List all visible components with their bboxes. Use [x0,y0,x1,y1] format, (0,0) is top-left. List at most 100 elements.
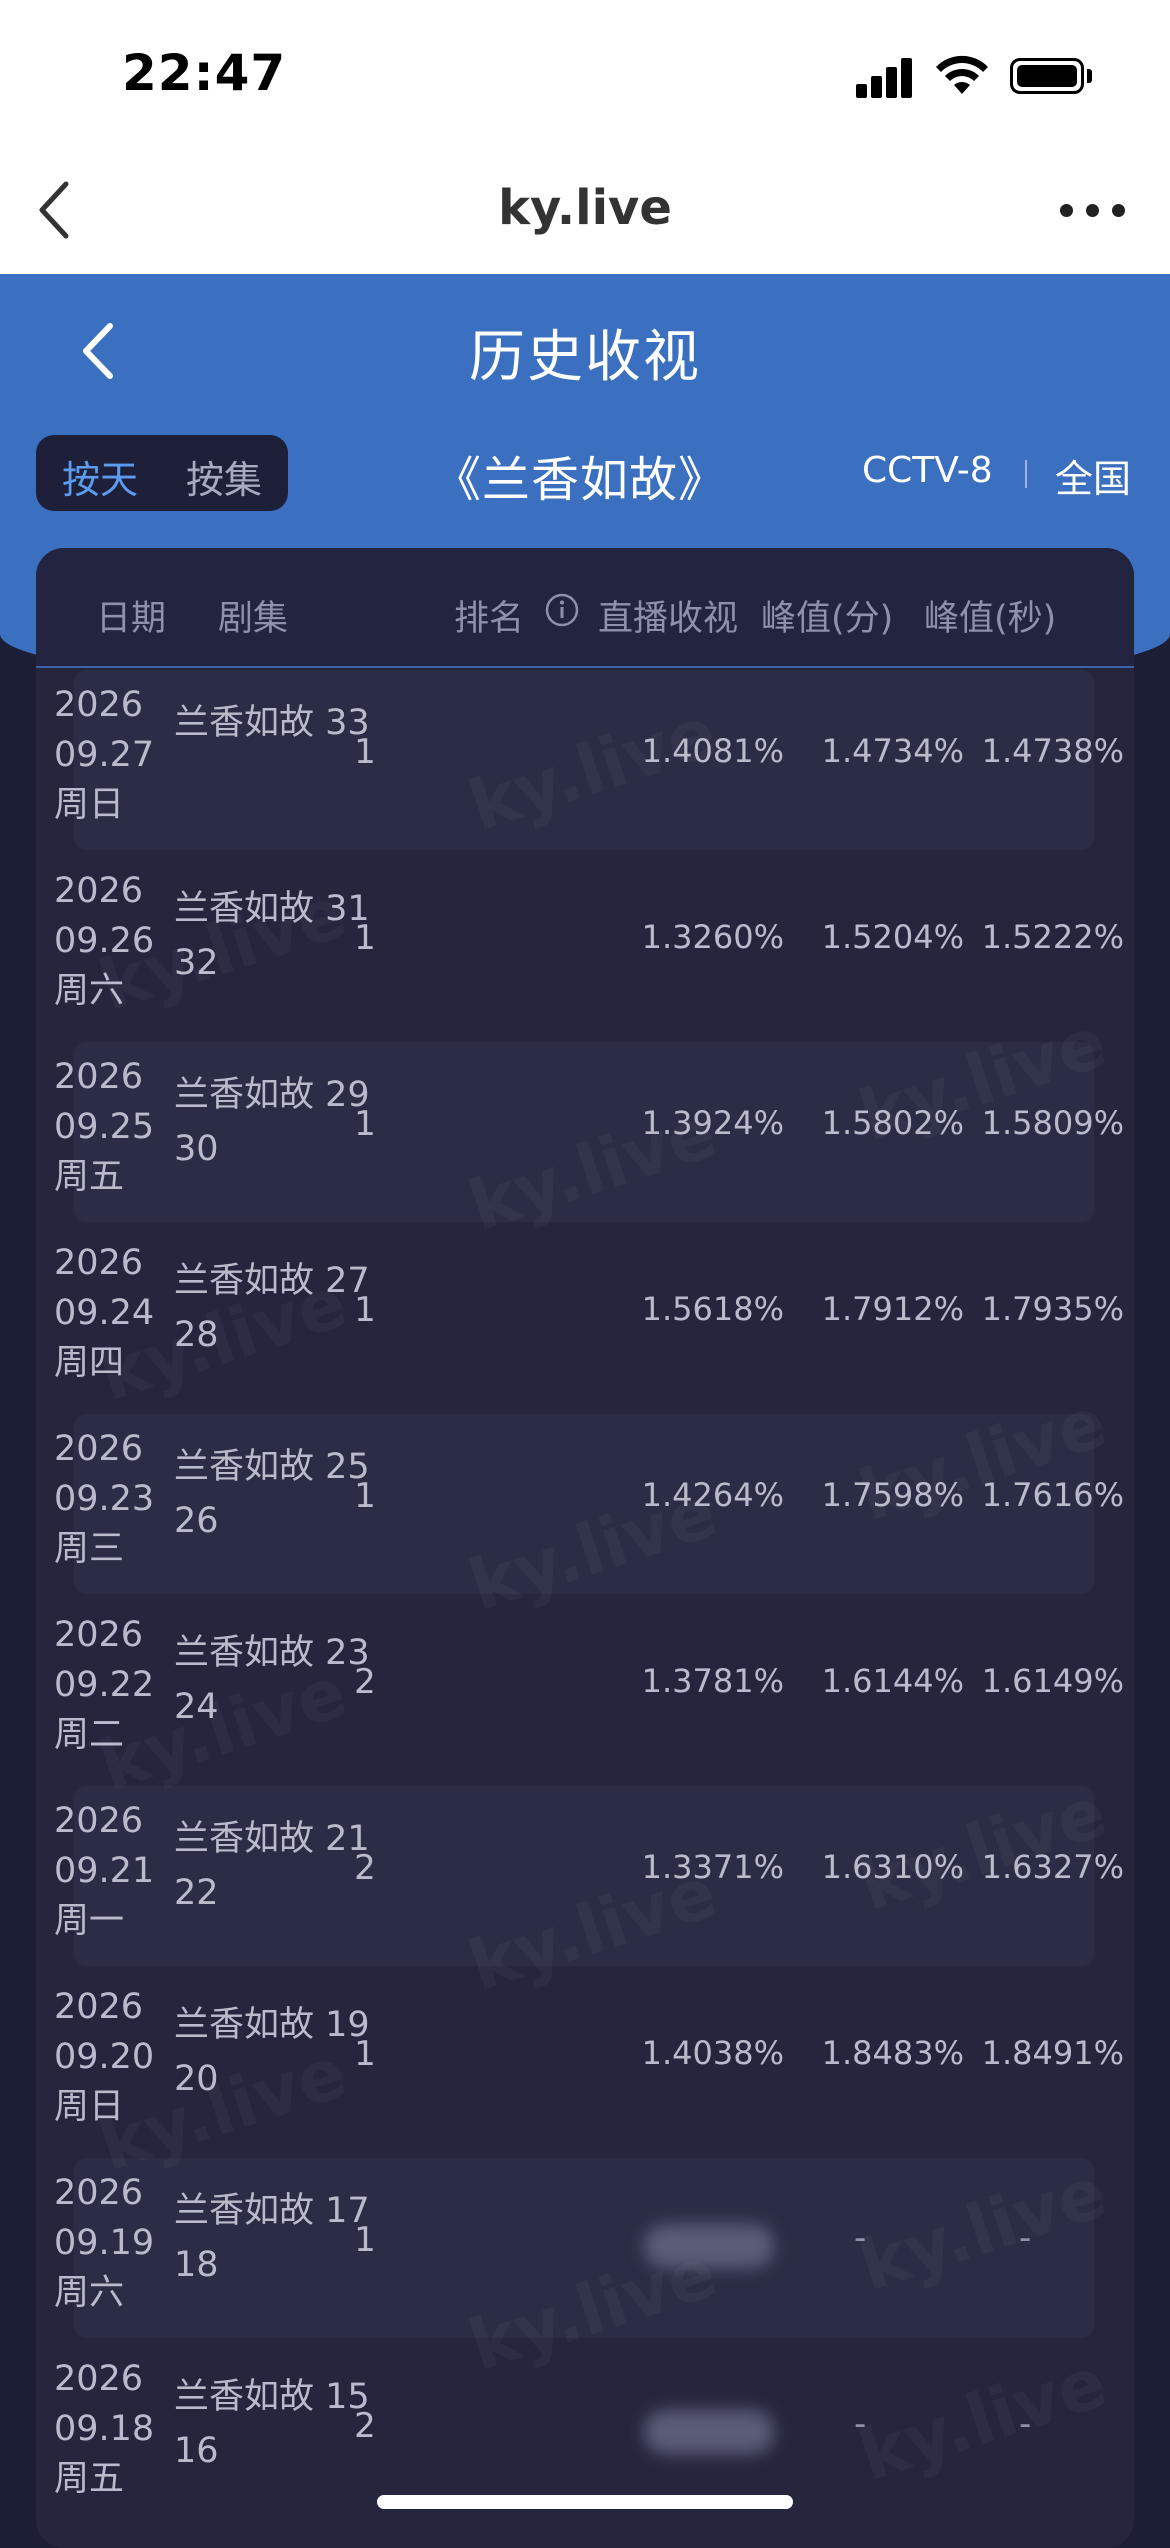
row-weekday: 周四 [54,1343,125,1383]
row-peak-sec: 1.5222% [981,918,1124,956]
mode-by-set[interactable]: 按集 [186,449,262,504]
header-episode: 剧集 [218,599,289,639]
more-dots-icon[interactable] [1058,200,1128,220]
info-circle-icon[interactable] [544,592,580,628]
row-peak-min: - [854,2404,867,2444]
ratings-table: 日期 剧集 排名 直播收视 峰值(分) 峰值(秒) 2026 09.27 周日 兰香如… [36,548,1134,2548]
row-live-rating-hidden [644,2224,774,2268]
status-time: 22:47 [122,44,287,102]
table-row: 2026 09.24 周四 兰香如故 27 28 1 1.5618% 1.7912% 1.793… [54,1228,1124,1408]
row-peak-sec: 1.8491% [981,2034,1124,2072]
row-year: 2026 [54,1429,144,1469]
row-live-rating: 1.4264% [641,1476,784,1514]
table-row: 2026 09.23 周三 兰香如故 25 26 1 1.4264% 1.7598% 1.761… [54,1414,1124,1594]
table-row: 2026 09.19 周六 兰香如故 17 18 1- - [54,2158,1094,2338]
row-rank: 1 [354,732,376,772]
browser-title: ky.live [498,180,672,236]
row-date: 2026 09.24 周四 [54,1238,154,1388]
row-peak-sec: 1.7616% [981,1476,1124,1514]
row-peak-sec: 1.4738% [981,732,1124,770]
row-rank: 2 [354,1848,376,1888]
row-day: 09.18 [54,2409,155,2449]
row-year: 2026 [54,1057,144,1097]
row-day: 09.20 [54,2037,155,2077]
row-date: 2026 09.26 周六 [54,866,154,1016]
row-live-rating-hidden [644,2410,774,2454]
row-rank: 1 [354,1290,376,1330]
row-live-rating: 1.4081% [641,732,784,770]
channel-divider [1025,460,1027,488]
row-weekday: 周三 [54,1529,125,1569]
wifi-icon [936,55,988,94]
row-day: 09.22 [54,1665,155,1705]
row-weekday: 周六 [54,2273,125,2313]
status-bar: 22:47 [0,0,1170,150]
row-date: 2026 09.27 周日 [54,680,154,830]
row-day: 09.26 [54,921,155,961]
table-row: 2026 09.21 周一 兰香如故 21 22 2 1.3371% 1.6310% 1.632… [54,1786,1124,1966]
row-peak-sec: - [1019,2404,1032,2444]
header-rank: 排名 [454,599,525,639]
row-live-rating: 1.4038% [641,2034,784,2072]
row-rank: 1 [354,918,376,958]
header-date: 日期 [96,599,167,639]
row-date: 2026 09.18 周五 [54,2354,154,2504]
row-day: 09.25 [54,1107,155,1147]
mode-toggle: 按天 按集 [36,435,288,511]
page-title: 历史收视 [469,325,701,390]
row-peak-sec: 1.7935% [981,1290,1124,1328]
row-weekday: 周五 [54,2459,125,2499]
show-title: 《兰香如故》 [432,452,727,508]
row-live-rating: 1.3371% [641,1848,784,1886]
table-header: 日期 剧集 排名 直播收视 峰值(分) 峰值(秒) [36,548,1134,668]
table-row: 2026 09.22 周二 兰香如故 23 24 2 1.3781% 1.6144% 1.614… [54,1600,1124,1780]
row-live-rating: 1.3924% [641,1104,784,1142]
header-peak-sec: 峰值(秒) [924,599,1057,639]
header-live: 直播收视 [598,599,739,639]
row-weekday: 周日 [54,785,125,825]
cellular-signal-icon [856,58,914,98]
battery-nub [1087,69,1092,83]
row-day: 09.19 [54,2223,155,2263]
row-weekday: 周二 [54,1715,125,1755]
row-date: 2026 09.22 周二 [54,1610,154,1760]
row-day: 09.27 [54,735,155,775]
table-row: 2026 09.27 周日 兰香如故 33 1 1.4081% 1.4734% 1.4738% [54,670,1124,850]
row-year: 2026 [54,1987,144,2027]
row-rank: 1 [354,2034,376,2074]
row-peak-min: - [854,2218,867,2258]
row-weekday: 周日 [54,2087,125,2127]
row-peak-sec: 1.6327% [981,1848,1124,1886]
header-peak-min: 峰值(分) [761,599,894,639]
row-rank: 2 [354,1662,376,1702]
row-rank: 1 [354,2220,376,2260]
row-weekday: 周六 [54,971,125,1011]
row-date: 2026 09.25 周五 [54,1052,154,1202]
row-date: 2026 09.20 周日 [54,1982,154,2132]
row-rank: 2 [354,2406,376,2446]
row-year: 2026 [54,1615,144,1655]
row-date: 2026 09.21 周一 [54,1796,154,1946]
row-live-rating: 1.5618% [641,1290,784,1328]
row-year: 2026 [54,871,144,911]
row-year: 2026 [54,2173,144,2213]
row-year: 2026 [54,2359,144,2399]
mode-by-day[interactable]: 按天 [62,449,138,504]
row-weekday: 周一 [54,1901,125,1941]
row-live-rating: 1.3781% [641,1662,784,1700]
region-selector[interactable]: 全国 [1055,448,1131,503]
row-peak-sec: 1.5809% [981,1104,1124,1142]
row-peak-sec: - [1019,2218,1032,2258]
row-day: 09.24 [54,1293,155,1333]
table-row: 2026 09.25 周五 兰香如故 29 30 1 1.3924% 1.5802% 1.580… [54,1042,1124,1222]
row-date: 2026 09.23 周三 [54,1424,154,1574]
row-date: 2026 09.19 周六 [54,2168,154,2318]
row-year: 2026 [54,1243,144,1283]
channel-selector[interactable]: CCTV-8 [862,450,993,491]
table-row: 2026 09.20 周日 兰香如故 19 20 1 1.4038% 1.8483% 1.849… [54,1972,1124,2152]
row-year: 2026 [54,1801,144,1841]
row-weekday: 周五 [54,1157,125,1197]
table-row: 2026 09.26 周六 兰香如故 31 32 1 1.3260% 1.5204% 1.522… [54,856,1124,1036]
row-rank: 1 [354,1104,376,1144]
row-day: 09.23 [54,1479,155,1519]
